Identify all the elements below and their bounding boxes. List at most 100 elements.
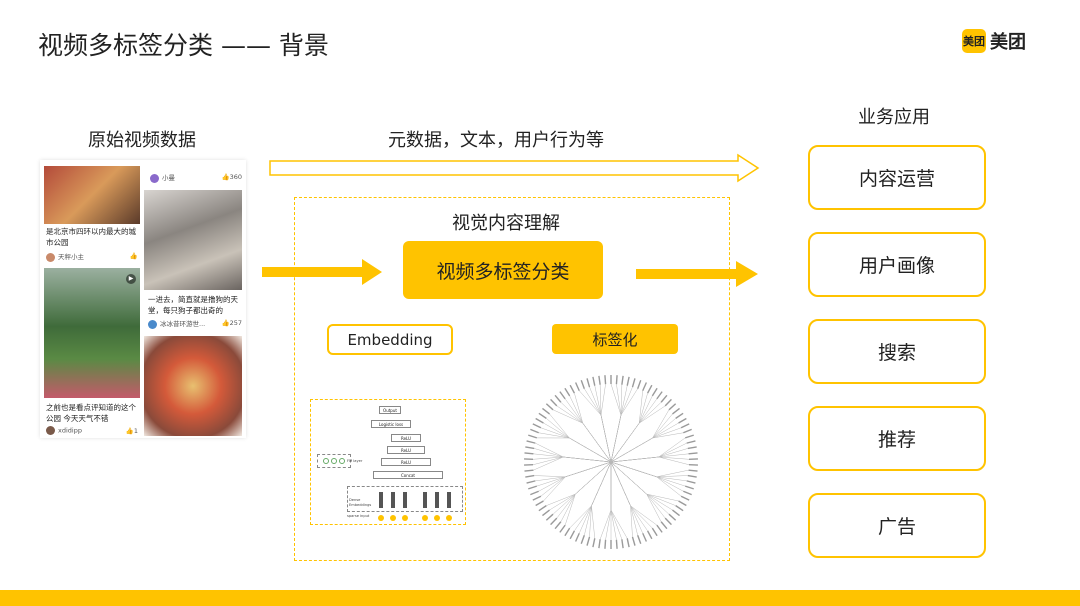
tree-leaf-label [660,394,668,403]
tagging-box: 标签化 [552,324,678,354]
tree-leaf-label [530,428,539,434]
like-icon[interactable]: 👍 [221,173,229,181]
tree-leaf-label [680,495,690,501]
tree-leaf-label [535,500,544,507]
like-icon[interactable]: 👍 [126,427,134,435]
tree-leaf-label [598,539,601,549]
tree-leaf-label [647,530,653,540]
like-count: 360 [229,173,242,182]
card-user: xdidipp [58,426,82,435]
tree-leaf-label [668,513,677,521]
tree-branch [610,402,662,463]
tree-branch [564,461,612,526]
tree-leaf-label [687,474,697,478]
like-icon[interactable]: 👍 [130,252,138,260]
tree-branch [534,461,612,478]
tree-branch [579,390,612,463]
dogs-photo[interactable] [144,190,242,290]
card-meta: 天秤小主 👍 [46,251,138,262]
tree-leaf-label [524,452,534,455]
tree-leaf-label [664,517,672,526]
tree-leaf-label [680,423,690,429]
tree-branch [610,461,653,529]
tree-leaf-label [656,391,663,400]
video-feed-screenshot: 是北京市四环以内最大的城市公园 天秤小主 👍 ▶ 之前也是看点评知道的这个公园 … [40,160,246,438]
tree-branch [569,395,612,463]
card-caption: 一进去，简直就是撸狗的天堂，每只狗子都出奇的 [148,295,238,315]
tree-branch [546,418,612,463]
tree-leaf-label [683,428,692,434]
tree-leaf-label [586,378,591,388]
tree-leaf-label [530,490,539,496]
tree-leaf-label [526,480,536,484]
tree-leaf-label [672,407,680,415]
tree-branch [540,427,612,463]
tree-leaf-label [528,434,538,439]
node-icon [323,458,329,464]
tree-leaf-label [525,446,535,450]
tree-leaf-label [528,485,538,490]
tree-leaf-label [574,382,580,392]
tree-leaf-label [604,375,607,385]
tree-leaf-label [675,505,684,512]
tree-leaf-label [668,403,677,411]
card-meta: 冰冰昔环游世... 👍257 [148,318,242,329]
tree-branch [610,384,623,463]
tree-leaf-label [538,505,547,512]
slide-title: 视频多标签分类 —— 背景 [38,31,329,60]
tree-leaf-label [532,423,542,429]
embedding-box: Embedding [327,324,453,355]
tree-leaf-label [626,376,630,386]
tree-branch [569,461,612,529]
embedding-columns-icon [378,492,452,521]
like-count: 257 [229,319,242,328]
tree-leaf-label [642,382,648,392]
card-caption: 是北京市四环以内最大的城市公园 [46,227,136,247]
play-icon[interactable]: ▶ [126,274,136,284]
tree-leaf-label [526,440,536,444]
tree-branch [610,390,643,463]
tree-leaf-label [684,485,694,490]
park-photo[interactable] [44,268,140,398]
tree-branch [610,461,662,522]
visual-understanding-label: 视觉内容理解 [452,213,560,234]
fm-layer [317,454,351,468]
embedding-network-diagram: Output Logistic loss ReLU ReLU ReLU Conc… [310,399,466,525]
card-user: 冰冰昔环游世... [160,320,206,328]
tree-leaf-label [615,539,618,549]
tree-branch [540,461,612,497]
tree-leaf-label [545,403,554,411]
tree-leaf-label [524,469,534,472]
tree-leaf-label [550,517,558,526]
food-photo [44,166,140,224]
logo-text: 美团 [990,32,1026,53]
tree-leaf-label [686,440,696,444]
tree-leaf-label [688,452,698,455]
tree-branch [589,386,612,463]
tree-leaf-label [545,513,554,521]
tree-leaf-label [687,446,697,450]
tree-leaf-label [686,480,696,484]
app-recommendation: 推荐 [808,406,986,471]
applications-label: 业务应用 [858,107,930,128]
logistic-layer: Logistic loss [371,420,411,428]
tree-branch [560,402,612,463]
tree-branch [543,461,612,502]
tree-leaf-label [651,527,658,537]
tree-leaf-label [559,391,566,400]
tree-branch [535,461,612,482]
seafood-photo[interactable] [144,336,242,436]
tree-branch [610,461,687,482]
tree-leaf-label [592,538,596,548]
tree-branch [610,461,679,502]
meituan-logo-icon: 美团 [962,29,986,53]
tree-branch [605,462,612,540]
metadata-label: 元数据，文本，用户行为等 [388,130,604,151]
tree-branch [610,386,633,463]
tree-branch [610,461,638,536]
avatar [46,426,55,435]
like-icon[interactable]: 👍 [221,319,229,327]
tree-branch [610,418,676,463]
tree-leaf-label [592,376,596,386]
tree-leaf-label [569,384,575,394]
